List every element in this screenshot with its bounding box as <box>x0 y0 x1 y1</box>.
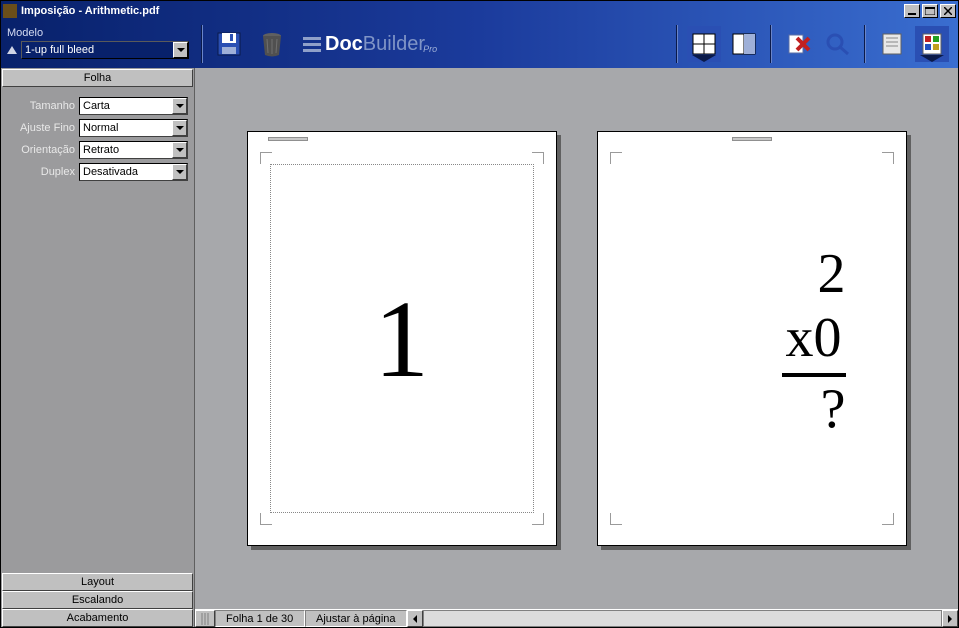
resize-handle-icon[interactable] <box>195 610 215 627</box>
orientacao-select[interactable]: Retrato <box>79 141 188 159</box>
page2-line1: 2 <box>782 242 846 306</box>
close-button[interactable] <box>940 4 956 18</box>
titlebar: Imposição - Arithmetic.pdf <box>1 1 958 20</box>
chevron-down-icon[interactable] <box>172 142 187 158</box>
toolbar-right <box>670 25 958 63</box>
binding-mark-icon <box>268 137 308 141</box>
brand-sub: Pro <box>423 44 437 54</box>
modelo-block: Modelo 1-up full bleed <box>1 25 195 63</box>
ajuste-label: Ajuste Fino <box>7 123 79 134</box>
brand-logo: DocBuilder Pro <box>303 33 437 56</box>
layout-half-button[interactable] <box>727 26 761 62</box>
separator <box>676 25 678 63</box>
brand-suffix: Builder <box>363 33 425 55</box>
tab-escalando[interactable]: Escalando <box>2 591 193 609</box>
folha-panel: Tamanho Carta Ajuste Fino Normal Orienta… <box>1 87 194 195</box>
modelo-select[interactable]: 1-up full bleed <box>21 41 189 59</box>
duplex-value: Desativada <box>83 166 138 178</box>
crop-mark-icon <box>260 152 272 164</box>
canvas[interactable]: 1 2 x0 ? <box>195 68 958 609</box>
chevron-down-icon[interactable] <box>172 98 187 114</box>
orientacao-value: Retrato <box>83 144 119 156</box>
toolbar: Modelo 1-up full bleed DocBuilde <box>1 20 958 68</box>
pages-view-button[interactable] <box>875 26 909 62</box>
brand-bars-icon <box>303 37 321 52</box>
scroll-left-button[interactable] <box>407 610 423 627</box>
trash-icon[interactable] <box>255 27 289 61</box>
scroll-right-button[interactable] <box>942 610 958 627</box>
duplex-select[interactable]: Desativada <box>79 163 188 181</box>
main: Folha Tamanho Carta Ajuste Fino Normal O… <box>1 68 958 627</box>
layout-grid-button[interactable] <box>687 26 721 62</box>
crop-mark-icon <box>882 513 894 525</box>
preview-view-button[interactable] <box>915 26 949 62</box>
crop-mark-icon <box>260 513 272 525</box>
tab-folha[interactable]: Folha <box>2 69 193 87</box>
statusbar: Folha 1 de 30 Ajustar à página <box>195 609 958 627</box>
crop-mark-icon <box>882 152 894 164</box>
save-icon[interactable] <box>213 27 247 61</box>
chevron-down-icon[interactable] <box>172 164 187 180</box>
page-2[interactable]: 2 x0 ? <box>597 131 907 546</box>
ajuste-select[interactable]: Normal <box>79 119 188 137</box>
zoom-button[interactable] <box>821 26 855 62</box>
window-title: Imposição - Arithmetic.pdf <box>21 5 902 17</box>
tamanho-label: Tamanho <box>7 101 79 112</box>
status-zoom[interactable]: Ajustar à página <box>305 610 407 627</box>
chevron-down-icon[interactable] <box>173 42 188 58</box>
page2-content: 2 x0 ? <box>782 242 846 441</box>
orientacao-label: Orientação <box>7 145 79 156</box>
duplex-label: Duplex <box>7 167 79 178</box>
tab-acabamento[interactable]: Acabamento <box>2 609 193 627</box>
minimize-button[interactable] <box>904 4 920 18</box>
brand-prefix: Doc <box>325 33 363 55</box>
modelo-label: Modelo <box>7 27 189 39</box>
modelo-value: 1-up full bleed <box>25 44 94 56</box>
app-icon <box>3 4 17 18</box>
ajuste-value: Normal <box>83 122 118 134</box>
sidebar: Folha Tamanho Carta Ajuste Fino Normal O… <box>1 68 195 627</box>
crop-mark-icon <box>610 513 622 525</box>
page-1[interactable]: 1 <box>247 131 557 546</box>
separator <box>864 25 866 63</box>
page-trim-box <box>270 164 534 513</box>
delete-page-button[interactable] <box>781 26 815 62</box>
crop-mark-icon <box>532 152 544 164</box>
tamanho-value: Carta <box>83 100 110 112</box>
tab-layout[interactable]: Layout <box>2 573 193 591</box>
separator <box>201 25 203 63</box>
maximize-button[interactable] <box>922 4 938 18</box>
chevron-up-icon[interactable] <box>7 46 17 54</box>
binding-mark-icon <box>732 137 772 141</box>
page2-line2: x0 <box>782 306 846 376</box>
crop-mark-icon <box>610 152 622 164</box>
status-sheet: Folha 1 de 30 <box>215 610 305 627</box>
workspace: 1 2 x0 ? Folha 1 de 30 Ajustar à página <box>195 68 958 627</box>
tamanho-select[interactable]: Carta <box>79 97 188 115</box>
chevron-down-icon[interactable] <box>172 120 187 136</box>
separator <box>770 25 772 63</box>
crop-mark-icon <box>532 513 544 525</box>
page2-line3: ? <box>782 377 846 441</box>
horizontal-scrollbar[interactable] <box>423 610 943 627</box>
